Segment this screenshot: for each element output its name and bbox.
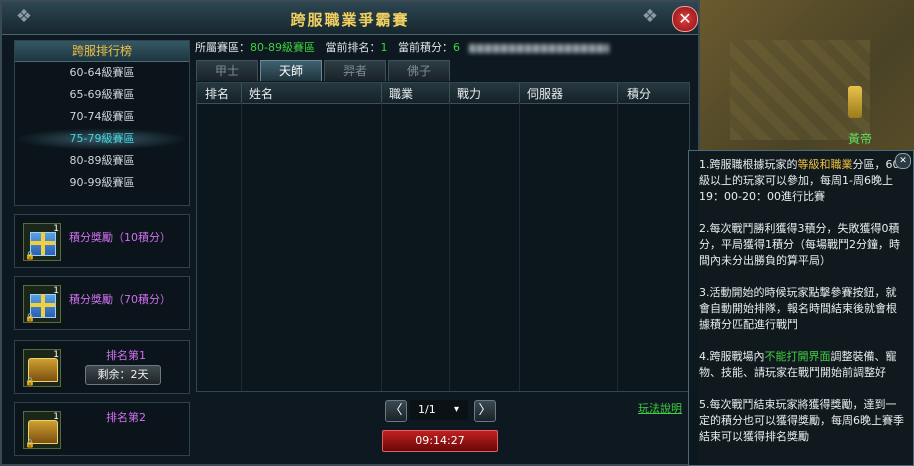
reward-rank-1: 1 🔒 排名第1 剩余：2天 <box>14 340 190 394</box>
window-title: 跨服職業爭霸賽 <box>290 11 410 29</box>
prev-page-button[interactable]: 〈 <box>385 400 407 422</box>
zone-item-60-64[interactable]: 60-64級賽區 <box>15 62 189 84</box>
lock-icon: 🔒 <box>25 377 35 386</box>
reward-label: 積分獎勵（10積分） <box>69 231 171 244</box>
table-header: 排名 姓名 職業 戰力 伺服器 積分 <box>197 83 689 104</box>
lock-icon: 🔒 <box>25 313 35 322</box>
reward-slot[interactable]: 1 🔒 <box>23 349 61 387</box>
tab-fozi[interactable]: 佛子 <box>388 60 450 81</box>
column-header-class: 職業 <box>389 87 414 101</box>
column-divider <box>381 103 382 391</box>
column-divider <box>381 83 382 103</box>
column-divider <box>241 83 242 103</box>
player-status: 所屬賽區：80-89級賽區 當前排名：1 當前積分：6 <box>195 39 610 55</box>
item-count: 1 <box>53 350 59 360</box>
close-button[interactable]: ✕ <box>672 6 698 32</box>
rules-link[interactable]: 玩法說明 <box>638 400 682 416</box>
column-header-power: 戰力 <box>457 87 482 101</box>
reward-slot[interactable]: 1 🔒 <box>23 223 61 261</box>
column-divider <box>449 103 450 391</box>
countdown-timer: 09:14:27 <box>382 430 498 452</box>
column-divider <box>519 103 520 391</box>
zone-item-90-99[interactable]: 90-99級賽區 <box>15 172 189 194</box>
tab-jiashi[interactable]: 甲士 <box>196 60 258 81</box>
remaining-days-button[interactable]: 剩余：2天 <box>85 365 161 385</box>
reward-score-70: 1 🔒 積分獎勵（70積分） <box>14 276 190 330</box>
column-header-server: 伺服器 <box>527 87 564 101</box>
ranking-zone-list: 跨服排行榜 60-64級賽區 65-69級賽區 70-74級賽區 75-79級賽… <box>14 40 190 206</box>
next-page-button[interactable]: 〉 <box>474 400 496 422</box>
rule-3: 3.活動開始的時候玩家點擊參賽按鈕，就會自動開始排隊，報名時間結束後就會根據積分… <box>699 286 897 331</box>
reward-rank-2: 1 🔒 排名第2 <box>14 402 190 456</box>
ranking-list-header: 跨服排行榜 <box>15 41 189 62</box>
tab-tianshi[interactable]: 天師 <box>260 60 322 81</box>
rule-highlight: 等級和職業 <box>797 158 853 171</box>
lock-icon: 🔒 <box>25 439 35 448</box>
reward-label: 排名第1 <box>106 349 146 362</box>
npc-name-label[interactable]: 黃帝 <box>848 130 872 147</box>
tooltip-close-button[interactable]: ✕ <box>895 153 911 169</box>
item-count: 1 <box>53 412 59 422</box>
arena-window: ❖ ❖ 跨服職業爭霸賽 ✕ 跨服排行榜 60-64級賽區 65-69級賽區 70… <box>0 0 700 466</box>
zone-item-70-74[interactable]: 70-74級賽區 <box>15 106 189 128</box>
score-value: 6 <box>452 41 460 54</box>
column-header-rank: 排名 <box>205 87 230 101</box>
column-divider <box>519 83 520 103</box>
rule-highlight: 不能打開界面 <box>764 350 831 363</box>
zone-value: 80-89級賽區 <box>250 41 315 54</box>
rule-text: 4.跨服戰場內 <box>699 350 765 363</box>
title-bar[interactable]: ❖ ❖ 跨服職業爭霸賽 ✕ <box>2 2 698 35</box>
rule-5: 5.每次戰鬥結束玩家將獲得獎勵，達到一定的積分也可以獲得獎勵，每周6晚上賽季結束… <box>699 398 904 443</box>
tab-yizhe[interactable]: 羿者 <box>324 60 386 81</box>
rank-label: 當前排名： <box>325 41 381 54</box>
page-dropdown-icon[interactable]: ▾ <box>454 400 459 420</box>
rule-text: 1.跨服職根據玩家的 <box>699 158 798 171</box>
rule-1: 1.跨服職根據玩家的等級和職業分區，60級以上的玩家可以參加，每周1-周6晚上1… <box>699 157 905 205</box>
rules-tooltip: ✕ 1.跨服職根據玩家的等級和職業分區，60級以上的玩家可以參加，每周1-周6晚… <box>688 150 914 466</box>
reward-label: 排名第2 <box>106 411 146 424</box>
column-divider <box>617 103 618 391</box>
lock-icon: 🔒 <box>25 251 35 260</box>
column-divider <box>449 83 450 103</box>
score-label: 當前積分： <box>397 41 453 54</box>
blurred-text <box>469 43 610 53</box>
item-count: 1 <box>53 224 59 234</box>
zone-item-65-69[interactable]: 65-69級賽區 <box>15 84 189 106</box>
zone-item-75-79[interactable]: 75-79級賽區 <box>15 128 189 150</box>
rank-value: 1 <box>380 41 388 54</box>
column-header-score: 積分 <box>627 87 652 101</box>
column-divider <box>241 103 242 391</box>
page-indicator: 1/1 <box>410 400 468 420</box>
zone-label: 所屬賽區： <box>195 41 250 54</box>
rule-4: 4.跨服戰場內不能打開界面調整裝備、寵物、技能、請玩家在戰鬥開始前調整好 <box>699 349 905 381</box>
reward-slot[interactable]: 1 🔒 <box>23 411 61 449</box>
reward-score-10: 1 🔒 積分獎勵（10積分） <box>14 214 190 268</box>
column-header-name: 姓名 <box>249 87 274 101</box>
column-divider <box>617 83 618 103</box>
reward-label: 積分獎勵（70積分） <box>69 293 171 306</box>
zone-item-80-89[interactable]: 80-89級賽區 <box>15 150 189 172</box>
lantern-icon <box>848 86 862 118</box>
reward-slot[interactable]: 1 🔒 <box>23 285 61 323</box>
rule-2: 2.每次戰鬥勝利獲得3積分，失敗獲得0積分，平局獲得1積分（每場戰鬥2分鐘，時間… <box>699 222 900 267</box>
ranking-table: 排名 姓名 職業 戰力 伺服器 積分 <box>196 82 690 392</box>
item-count: 1 <box>53 286 59 296</box>
